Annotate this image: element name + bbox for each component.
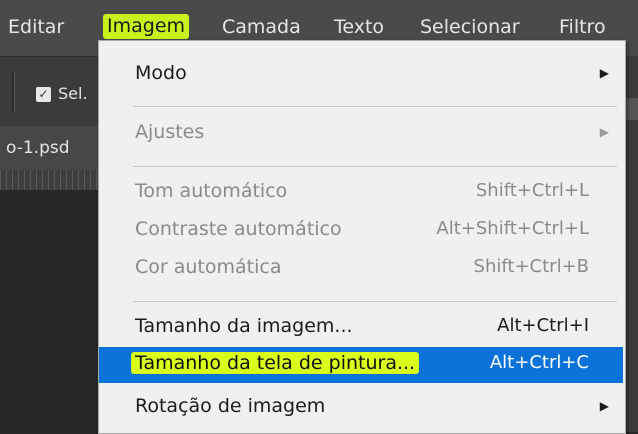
menu-item-modo[interactable]: Modo ▶: [99, 57, 623, 93]
menu-item-shortcut: Alt+Shift+Ctrl+L: [436, 218, 589, 239]
menu-item-contraste-automatico[interactable]: Contraste automático Alt+Shift+Ctrl+L: [99, 213, 623, 249]
menu-item-label: Tamanho da imagem...: [135, 315, 353, 337]
menu-item-cor-automatica[interactable]: Cor automática Shift+Ctrl+B: [99, 251, 623, 287]
menu-item-label: Rotação de imagem: [135, 395, 326, 417]
submenu-arrow-icon: ▶: [599, 66, 609, 80]
imagem-dropdown-menu: Modo ▶ Ajustes ▶ Tom automático Shift+Ct…: [98, 40, 626, 434]
menu-item-ajustes[interactable]: Ajustes ▶: [99, 116, 623, 152]
menu-item-label: Modo: [135, 62, 187, 84]
submenu-arrow-icon: ▶: [599, 399, 609, 413]
menu-item-tom-automatico[interactable]: Tom automático Shift+Ctrl+L: [99, 175, 623, 211]
ruler: [0, 170, 100, 190]
menu-item-label: Tamanho da tela de pintura...: [131, 352, 420, 374]
menu-item-tamanho-da-imagem[interactable]: Tamanho da imagem... Alt+Ctrl+I: [99, 310, 623, 346]
checkbox-icon[interactable]: ✓: [36, 87, 51, 102]
submenu-arrow-icon: ▶: [599, 125, 609, 139]
menu-editar[interactable]: Editar: [8, 16, 64, 38]
menu-item-label: Contraste automático: [135, 218, 342, 240]
menu-item-rotacao-de-imagem[interactable]: Rotação de imagem ▶: [99, 390, 623, 426]
menu-item-shortcut: Alt+Ctrl+I: [497, 315, 589, 336]
menu-separator: [133, 301, 617, 302]
menu-item-shortcut: Shift+Ctrl+L: [475, 180, 589, 201]
menu-separator: [133, 106, 617, 107]
menu-texto[interactable]: Texto: [334, 16, 384, 38]
options-bar: ✓ Sel.: [0, 56, 100, 127]
toolbar-divider: [12, 71, 15, 113]
menu-item-shortcut: Alt+Ctrl+C: [489, 352, 589, 373]
menu-item-label: Ajustes: [135, 121, 205, 143]
menu-separator: [133, 166, 617, 167]
menu-item-tamanho-da-tela-de-pintura[interactable]: Tamanho da tela de pintura... Alt+Ctrl+C: [99, 347, 623, 383]
menu-imagem[interactable]: Imagem: [103, 14, 190, 39]
menu-item-shortcut: Shift+Ctrl+B: [473, 256, 589, 277]
checkbox-label: Sel.: [58, 84, 88, 103]
menu-selecionar[interactable]: Selecionar: [420, 16, 520, 38]
document-tab[interactable]: o-1.psd: [0, 126, 100, 170]
menu-item-label: Tom automático: [135, 180, 288, 202]
canvas-area: [0, 190, 100, 432]
menu-filtro[interactable]: Filtro: [559, 16, 606, 38]
menu-item-label: Cor automática: [135, 256, 282, 278]
document-tab-label: o-1.psd: [6, 138, 70, 158]
menu-camada[interactable]: Camada: [222, 16, 301, 38]
